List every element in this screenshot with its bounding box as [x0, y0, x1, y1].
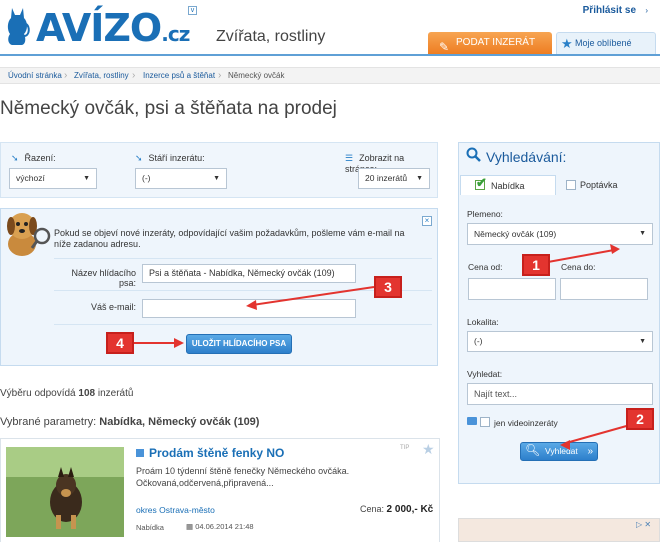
annotation-badge: 2: [626, 408, 654, 430]
annotation-badge: 3: [374, 276, 402, 298]
annotation-badge: 1: [522, 254, 550, 276]
annotation-arrows: [134, 244, 631, 450]
annotation-badge: 4: [106, 332, 134, 354]
